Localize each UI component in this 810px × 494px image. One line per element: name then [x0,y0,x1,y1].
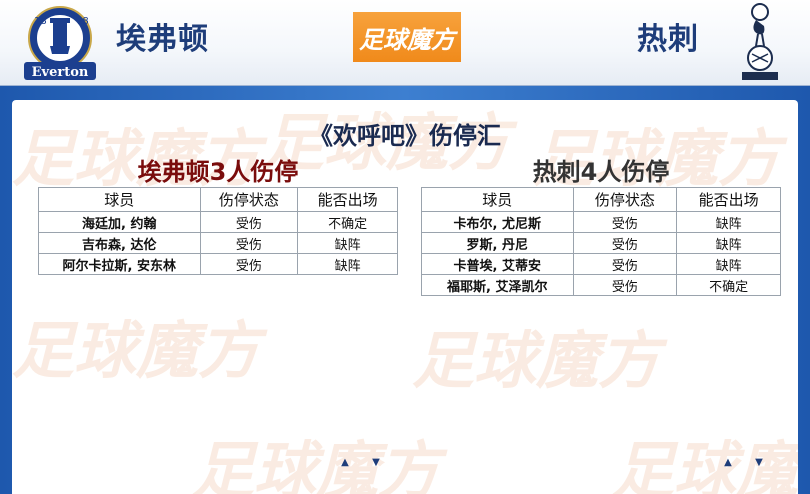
table-row: 阿尔卡拉斯, 安东林 受伤 缺阵 [38,253,398,275]
column-header-status: 伤停状态 [199,187,299,212]
column-header-availability: 能否出场 [297,187,398,212]
everton-crest-icon: Everton 18 78 [24,6,96,80]
availability-cell: 不确定 [297,211,398,233]
home-injury-title: 埃弗顿3人伤停 [137,158,299,186]
availability-cell: 缺阵 [676,232,781,254]
away-scroll-down-icon[interactable]: ▼ [752,458,766,468]
table-header-row: 球员 伤停状态 能否出场 [38,187,398,212]
away-scroll-up-icon[interactable]: ▲ [721,458,735,468]
home-team-name: 埃弗顿 [116,22,209,57]
column-header-player: 球员 [421,187,574,212]
home-crest-year-right: 78 [76,16,89,27]
table-row: 卡布尔, 尤尼斯 受伤 缺阵 [421,211,781,233]
availability-cell: 缺阵 [676,211,781,233]
away-injury-table: 球员 伤停状态 能否出场 卡布尔, 尤尼斯 受伤 缺阵 罗斯, 丹尼 受伤 缺阵… [421,187,781,296]
home-crest-year-left: 18 [34,16,47,27]
brand-logo: 足球魔方 [353,12,461,62]
away-injury-title: 热刺4人伤停 [532,158,670,186]
status-cell: 受伤 [572,253,678,275]
column-header-player: 球员 [38,187,201,212]
home-crest-text: Everton [32,65,89,80]
status-cell: 受伤 [199,253,299,275]
table-row: 福耶斯, 艾泽凯尔 受伤 不确定 [421,274,781,296]
player-cell: 吉布森, 达伦 [38,232,201,254]
status-cell: 受伤 [572,211,678,233]
status-cell: 受伤 [199,211,299,233]
availability-cell: 缺阵 [297,253,398,275]
player-cell: 阿尔卡拉斯, 安东林 [38,253,201,275]
table-row: 卡普埃, 艾蒂安 受伤 缺阵 [421,253,781,275]
brand-watermark: 足球魔方 [412,324,661,397]
home-scroll-down-icon[interactable]: ▼ [369,458,383,468]
brand-watermark: 足球魔方 [12,314,261,387]
status-cell: 受伤 [572,232,678,254]
column-header-status: 伤停状态 [572,187,678,212]
tottenham-crest-icon [742,3,778,80]
column-header-availability: 能否出场 [676,187,781,212]
header-bar: Everton 18 78 埃弗顿 足球魔方 热刺 [0,0,810,86]
player-cell: 罗斯, 丹尼 [421,232,574,254]
player-cell: 海廷加, 约翰 [38,211,201,233]
table-header-row: 球员 伤停状态 能否出场 [421,187,781,212]
brand-watermark: 足球魔方 [612,434,798,494]
status-cell: 受伤 [199,232,299,254]
home-scroll-up-icon[interactable]: ▲ [338,458,352,468]
table-row: 吉布森, 达伦 受伤 缺阵 [38,232,398,254]
availability-cell: 缺阵 [676,253,781,275]
table-row: 海廷加, 约翰 受伤 不确定 [38,211,398,233]
player-cell: 卡布尔, 尤尼斯 [421,211,574,233]
player-cell: 福耶斯, 艾泽凯尔 [421,274,574,296]
table-row: 罗斯, 丹尼 受伤 缺阵 [421,232,781,254]
availability-cell: 缺阵 [297,232,398,254]
availability-cell: 不确定 [676,274,781,296]
home-injury-table: 球员 伤停状态 能否出场 海廷加, 约翰 受伤 不确定 吉布森, 达伦 受伤 缺… [38,187,398,275]
status-cell: 受伤 [572,274,678,296]
page-title: 《欢呼吧》伤停汇 [309,122,501,150]
away-team-name: 热刺 [637,22,699,57]
brand-watermark: 足球魔方 [192,434,441,494]
player-cell: 卡普埃, 艾蒂安 [421,253,574,275]
